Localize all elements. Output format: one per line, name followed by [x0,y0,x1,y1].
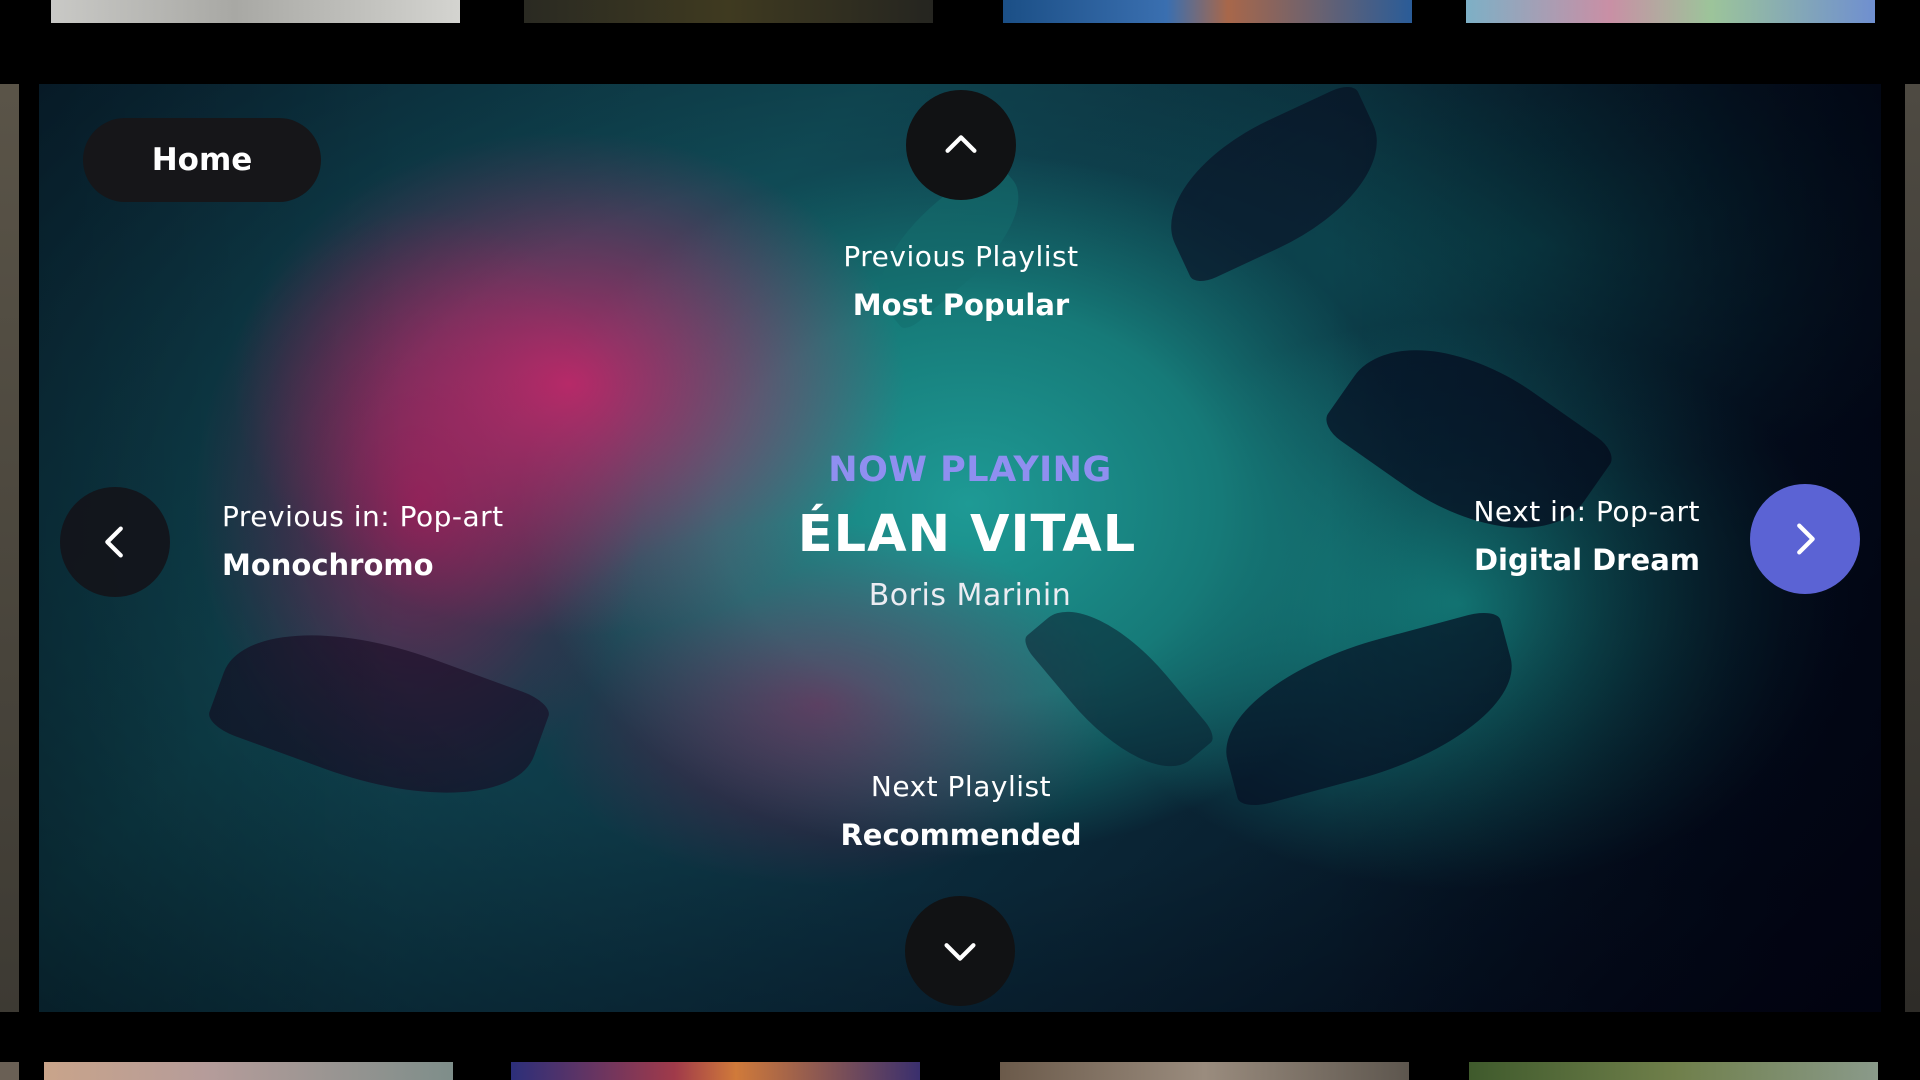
thumbnail-bottom-4[interactable] [1469,1062,1878,1080]
previous-playlist-name[interactable]: Most Popular [853,288,1069,322]
home-button-label: Home [151,142,253,178]
thumbnail-bottom-2[interactable] [511,1062,920,1080]
thumbnail-bottom-3[interactable] [1000,1062,1409,1080]
next-track-button[interactable] [1750,484,1860,594]
thumbnail-top-4[interactable] [1466,0,1875,23]
thumbnail-bottom-1[interactable] [44,1062,453,1080]
thumbnail-top-1[interactable] [51,0,460,23]
previous-track-label: Previous in: Pop-art [222,500,504,533]
home-button[interactable]: Home [83,118,321,202]
next-track-name[interactable]: Digital Dream [1474,543,1700,577]
side-card-left [0,84,19,1012]
next-playlist-button[interactable] [905,896,1015,1006]
previous-track-name[interactable]: Monochromo [222,548,434,582]
side-card-right [1905,84,1920,1012]
previous-track-button[interactable] [60,487,170,597]
next-track-label: Next in: Pop-art [1473,495,1700,528]
track-title: ÉLAN VITAL [797,505,1137,564]
chevron-right-icon [1797,523,1815,555]
thumbnail-top-2[interactable] [524,0,933,23]
chevron-down-icon [944,943,976,961]
track-artist: Boris Marinin [868,578,1072,613]
previous-playlist-button[interactable] [906,90,1016,200]
thumbnail-bottom-edge [0,1062,19,1080]
thumbnail-top-3[interactable] [1003,0,1412,23]
next-playlist-name[interactable]: Recommended [840,818,1081,852]
chevron-up-icon [945,135,977,153]
now-playing-label: NOW PLAYING [828,450,1112,490]
chevron-left-icon [105,526,123,558]
previous-playlist-label: Previous Playlist [843,240,1079,273]
next-playlist-label: Next Playlist [870,770,1052,803]
